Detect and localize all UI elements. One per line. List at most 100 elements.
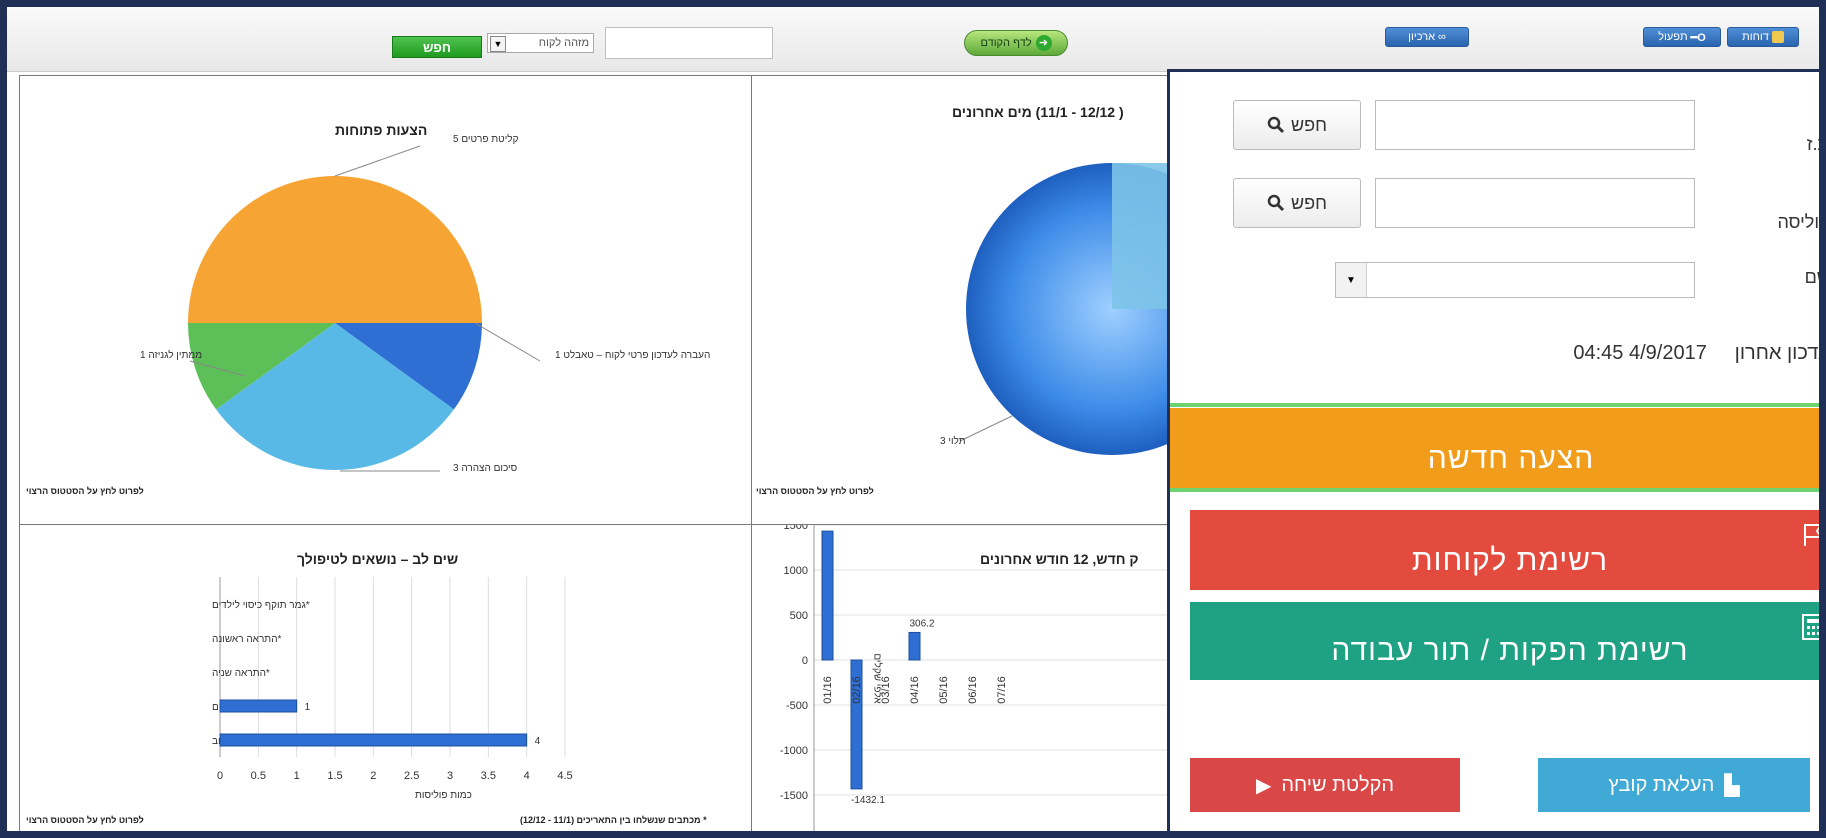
id-search-button[interactable]: חפש <box>1233 100 1361 150</box>
bar[interactable] <box>821 530 834 661</box>
x-tick-label: 0 <box>217 770 223 782</box>
data-label: 1432.1 <box>820 525 851 528</box>
x-tick-label: 3.5 <box>481 770 496 782</box>
pie-label-entry[interactable]: קליטת פרטים 5 <box>453 134 519 145</box>
y-tick-label: -1500 <box>780 790 808 802</box>
pie-slice-entry[interactable] <box>188 176 482 323</box>
x-tick-label: 4.5 <box>557 770 572 782</box>
search-button[interactable]: חפש <box>392 36 482 58</box>
panel-footer-left: * מכתבים שנשלחו בין התאריכים (11/1 - 12/… <box>520 815 707 825</box>
x-tick-label: 1.5 <box>327 770 342 782</box>
key-icon: O━ <box>1690 31 1706 44</box>
bar[interactable] <box>219 733 528 747</box>
record-call-button[interactable]: הקלטת שיחה ▶ <box>1190 758 1460 812</box>
leader-line <box>334 145 421 177</box>
chevron-down-icon[interactable]: ▼ <box>1336 263 1367 297</box>
attention-panel: שים לב – נושאים לטיפולך 0 0.5 1 1.5 2 2.5 3 3.5… <box>19 524 752 831</box>
y-tick-label: 1500 <box>784 525 808 532</box>
production-list-button[interactable]: רשימת הפקות / תור עבודה <box>1190 602 1819 680</box>
x-tick-label: 2 <box>370 770 376 782</box>
data-label: 1 <box>305 702 311 713</box>
last-update-label: עדכון אחרון <box>1734 342 1821 364</box>
pie-label-tablet[interactable]: העברה לעדכון פרטי לקוח – טאבלט 1 <box>555 350 710 361</box>
file-icon: ▙ <box>1724 774 1740 797</box>
customers-list-button[interactable]: רשימת לקוחות <box>1190 510 1819 590</box>
flag-icon <box>1804 524 1819 546</box>
last-update: עדכון אחרון 04:45 4/9/2017 <box>1573 342 1821 365</box>
customer-id-label: מזהה לקוח <box>538 37 589 49</box>
y-tick-label: 500 <box>790 610 808 622</box>
top-toolbar: דוחות O━ תפעול ∞ ארכיון ➜ לדף הקודם מזהה… <box>7 7 1819 72</box>
arrow-right-icon: ➜ <box>1035 35 1052 51</box>
activate-button[interactable]: O━ תפעול <box>1643 27 1721 47</box>
customer-id-select[interactable]: מזהה לקוח ▼ <box>487 33 594 53</box>
pie-label-signature[interactable]: ממתין לגניזה 1 <box>140 350 202 361</box>
x-axis-label: כמות פוליסות <box>415 790 472 801</box>
previous-page-button[interactable]: ➜ לדף הקודם <box>964 30 1068 56</box>
x-tick-label: 04/16 <box>909 676 921 704</box>
chevron-down-icon: ▼ <box>490 36 506 52</box>
new-proposal-button[interactable]: הצעה חדשה <box>1170 408 1819 488</box>
bar[interactable] <box>219 699 298 713</box>
reports-label: דוחות <box>1742 31 1769 43</box>
category-label[interactable]: *התראה שניה <box>212 668 270 679</box>
data-label: -1432.1 <box>851 795 885 806</box>
x-tick-label: 01/16 <box>822 676 834 704</box>
y-tick-label: 0 <box>802 655 808 667</box>
pie-label-declaration[interactable]: סיכום הצהרה 3 <box>453 463 517 474</box>
customer-search-input[interactable] <box>605 27 773 59</box>
policy-search-label: חפש <box>1291 192 1327 213</box>
category-label[interactable]: *התראה ראשונה <box>212 634 282 645</box>
panel-footer: לפרוט לחץ על הסטטוס הרצוי <box>26 486 144 496</box>
x-tick-label: 1 <box>294 770 300 782</box>
last-update-value: 04:45 4/9/2017 <box>1573 342 1707 364</box>
name-label: שם <box>1804 267 1819 287</box>
binoculars-icon: ∞ <box>1437 31 1446 43</box>
app-window: דוחות O━ תפעול ∞ ארכיון ➜ לדף הקודם מזהה… <box>5 5 1821 833</box>
panel-footer-right: לפרוט לחץ על הסטטוס הרצוי <box>26 815 144 825</box>
x-tick-label: 06/16 <box>967 676 979 704</box>
open-proposals-panel: הצעות פתוחות קליטת פרטים 5 העברה לעדכון … <box>19 75 752 525</box>
production-list-label: רשימת הפקות / תור עבודה <box>1331 634 1689 667</box>
x-tick-label: 2.5 <box>404 770 419 782</box>
reports-button[interactable]: דוחות <box>1727 27 1799 47</box>
open-proposals-pie-chart <box>188 145 541 472</box>
new-proposal-label: הצעה חדשה <box>1427 442 1595 475</box>
data-label: 306.2 <box>909 618 934 629</box>
bar[interactable] <box>908 631 921 661</box>
play-icon: ▶ <box>1255 774 1272 797</box>
reports-icon <box>1771 31 1784 43</box>
upload-file-label: העלאת קובץ <box>1608 773 1715 796</box>
id-label: ת.ז <box>1806 134 1819 154</box>
id-search-label: חפש <box>1291 114 1327 135</box>
x-tick-label: 07/16 <box>996 676 1008 704</box>
y-tick-label: -1000 <box>780 745 808 757</box>
y-tick-label: -500 <box>786 700 808 712</box>
id-input[interactable] <box>1375 100 1695 150</box>
x-tick-label: 05/16 <box>938 676 950 704</box>
calculator-icon <box>1802 614 1819 640</box>
category-label[interactable]: *גמר תוקף כיסוי לילדים <box>212 599 310 611</box>
y-tick-label: 1000 <box>784 565 808 577</box>
policy-input[interactable] <box>1375 178 1695 228</box>
x-tick-label: 4 <box>524 770 530 782</box>
name-select[interactable]: ▼ <box>1335 262 1695 298</box>
search-icon <box>1267 116 1285 134</box>
policy-search-button[interactable]: חפש <box>1233 178 1361 228</box>
x-tick-label: 3 <box>447 770 453 782</box>
pie-label[interactable]: תלוי 3 <box>940 436 966 447</box>
upload-file-button[interactable]: ▙ העלאת קובץ <box>1538 758 1810 812</box>
search-icon <box>1267 194 1285 212</box>
panel-footer: לפרוט לחץ על הסטטוס הרצוי <box>756 486 874 496</box>
data-label: 4 <box>535 736 541 747</box>
customer-search-popup: ת.ז חפש פוליסה חפש שם ▼ עדכון אחרון <box>1167 69 1821 831</box>
attention-bar-chart: 0 0.5 1 1.5 2 2.5 3 3.5 4 4.5 *גמר תוקף כיסוי לילד… <box>212 577 573 782</box>
previous-page-label: לדף הקודם <box>980 37 1032 49</box>
customers-list-label: רשימת לקוחות <box>1411 544 1609 577</box>
record-call-label: הקלטת שיחה <box>1281 773 1395 796</box>
activate-label: תפעול <box>1658 31 1688 43</box>
x-tick-label: 02/16 <box>851 676 863 704</box>
archive-label: ארכיון <box>1408 31 1435 43</box>
x-tick-label: 0.5 <box>251 770 266 782</box>
archive-button[interactable]: ∞ ארכיון <box>1385 27 1469 47</box>
